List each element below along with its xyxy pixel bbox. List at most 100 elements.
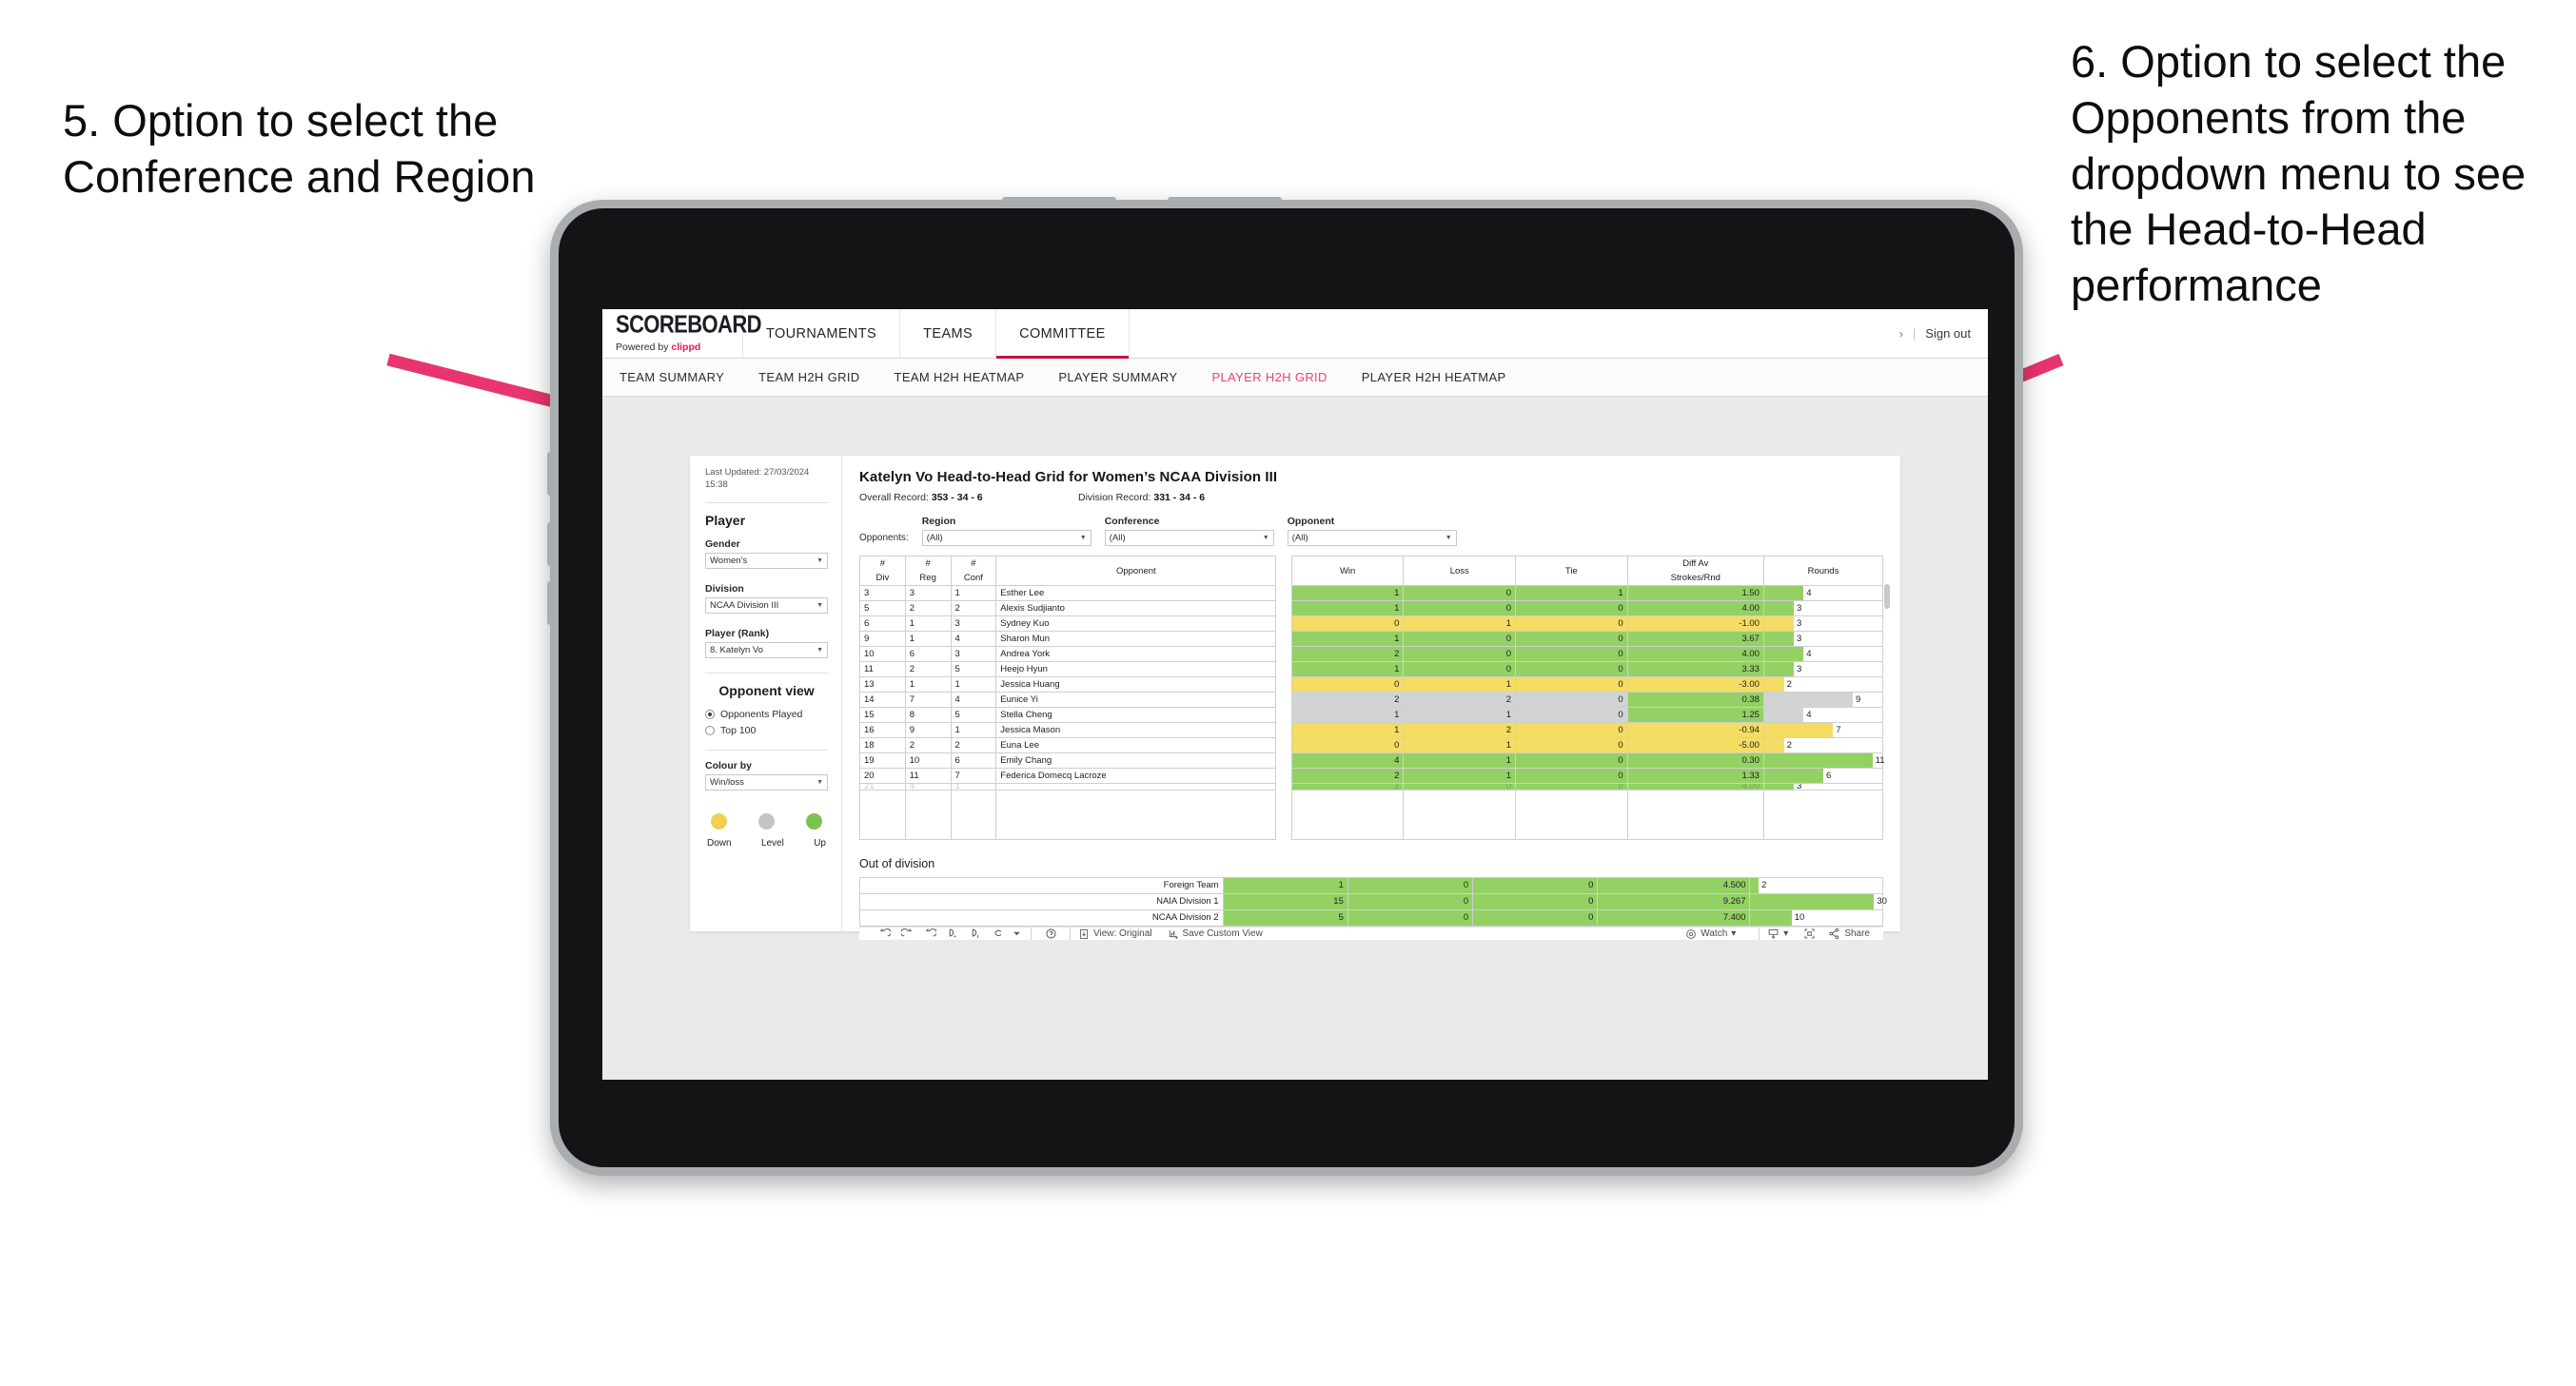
view-original-button[interactable]: View: Original bbox=[1078, 928, 1152, 940]
opponent-select[interactable]: (All) ▼ bbox=[1287, 530, 1457, 546]
volume-button-down[interactable] bbox=[547, 522, 553, 566]
conference-select[interactable]: (All) ▼ bbox=[1104, 530, 1274, 546]
table-row[interactable]: 11 2 5 Heejo Hyun 1 0 0 3.33 3 bbox=[859, 661, 1884, 677]
chevron-down-icon: ▼ bbox=[816, 646, 823, 654]
tab-team-summary[interactable]: TEAM SUMMARY bbox=[619, 370, 724, 384]
toolbar-right-group: Watch ▾ ▾ Share bbox=[1685, 927, 1883, 940]
tab-player-summary[interactable]: PLAYER SUMMARY bbox=[1058, 370, 1177, 384]
region-select[interactable]: (All) ▼ bbox=[921, 530, 1091, 546]
out-of-division-row[interactable]: NCAA Division 2 5 0 0 7.400 10 bbox=[859, 909, 1883, 927]
revert-icon[interactable] bbox=[918, 927, 941, 940]
undo-icon[interactable] bbox=[873, 927, 895, 940]
out-of-division-row[interactable]: NAIA Division 1 15 0 0 9.267 30 bbox=[859, 893, 1887, 910]
table-row[interactable]: 14 7 4 Eunice Yi 2 2 0 0.38 9 bbox=[859, 692, 1884, 708]
division-select[interactable]: NCAA Division III ▼ bbox=[705, 596, 828, 614]
cell-empty bbox=[1290, 790, 1405, 840]
legend-dot-up bbox=[806, 812, 822, 830]
tab-player-h2h-grid[interactable]: PLAYER H2H GRID bbox=[1211, 370, 1327, 384]
conference-value: (All) bbox=[1109, 533, 1126, 543]
table-row[interactable]: 3 3 1 Esther Lee 1 0 1 1.50 4 bbox=[859, 585, 1884, 601]
cell-tie: 0 bbox=[1515, 692, 1628, 708]
chevron-down-icon: ▼ bbox=[1262, 535, 1269, 541]
cell-spacer bbox=[1276, 662, 1292, 677]
chevron-right-icon[interactable]: › bbox=[1899, 327, 1903, 341]
tab-player-h2h-heatmap[interactable]: PLAYER H2H HEATMAP bbox=[1362, 370, 1506, 384]
view-original-label: View: Original bbox=[1093, 928, 1152, 939]
help-icon[interactable] bbox=[1039, 927, 1062, 940]
pause-icon[interactable] bbox=[987, 927, 1010, 940]
scoreboard-logo[interactable]: SCOREBOARD Powered by clippd bbox=[602, 309, 762, 358]
cell-loss: 1 bbox=[1403, 707, 1517, 723]
opponent-label: Opponent bbox=[1287, 516, 1335, 527]
download-button[interactable]: ▾ bbox=[1767, 927, 1788, 940]
header-divider: | bbox=[1912, 326, 1917, 341]
out-of-division-row[interactable]: Foreign Team 1 0 0 4.500 2 bbox=[859, 877, 1883, 894]
rounds-bar bbox=[1750, 894, 1875, 909]
radio-top-100[interactable]: Top 100 bbox=[705, 725, 828, 736]
cell-reg: 1 bbox=[904, 615, 952, 632]
table-row[interactable]: 20 11 7 Federica Domecq Lacroze 2 1 0 1.33 6 bbox=[859, 768, 1884, 784]
redo-icon[interactable] bbox=[895, 927, 918, 940]
table-row[interactable]: 15 8 5 Stella Cheng 1 1 0 1.25 4 bbox=[859, 707, 1884, 723]
nav-tournaments[interactable]: TOURNAMENTS bbox=[743, 309, 901, 358]
player-rank-select[interactable]: 8. Katelyn Vo ▼ bbox=[705, 641, 828, 658]
grid-vertical-scrollbar[interactable] bbox=[1884, 584, 1890, 609]
table-row[interactable]: 10 6 3 Andrea York 2 0 0 4.00 4 bbox=[859, 646, 1884, 662]
side-button[interactable] bbox=[547, 581, 553, 625]
table-row[interactable]: 9 1 4 Sharon Mun 1 0 0 3.67 3 bbox=[859, 631, 1884, 647]
table-row[interactable]: 18 2 2 Euna Lee 0 1 0 -5.00 2 bbox=[859, 737, 1884, 753]
cell-reg: 10 bbox=[904, 752, 952, 769]
table-row[interactable]: 6 1 3 Sydney Kuo 0 1 0 -1.00 3 bbox=[859, 615, 1884, 632]
cell-tie: 0 bbox=[1515, 768, 1628, 784]
cell-diff: 3.33 bbox=[1626, 661, 1764, 677]
rounds-value: 4 bbox=[1806, 649, 1812, 659]
table-row[interactable]: 13 1 1 Jessica Huang 0 1 0 -3.00 2 bbox=[859, 676, 1884, 693]
cell-reg: 1 bbox=[904, 631, 952, 647]
cell-rounds: 4 bbox=[1762, 646, 1884, 662]
rounds-value: 3 bbox=[1796, 618, 1802, 629]
toolbar-divider-2 bbox=[1070, 927, 1071, 940]
table-row[interactable]: 19 10 6 Emily Chang 4 1 0 0.30 11 bbox=[859, 752, 1885, 769]
cell-conf: 2 bbox=[950, 737, 997, 753]
save-custom-view-button[interactable]: Save Custom View bbox=[1168, 928, 1263, 940]
nav-teams[interactable]: TEAMS bbox=[900, 309, 997, 358]
conference-label: Conference bbox=[1104, 516, 1160, 527]
volume-button-up[interactable] bbox=[547, 452, 553, 496]
cell-win: 4 bbox=[1290, 752, 1405, 769]
rounds-bar bbox=[1764, 784, 1794, 790]
rounds-bar bbox=[1763, 616, 1794, 631]
sign-out-link[interactable]: Sign out bbox=[1925, 326, 1971, 341]
cell-diff: 3.67 bbox=[1626, 631, 1764, 647]
cell-empty bbox=[1515, 790, 1628, 840]
cell-spacer bbox=[1276, 738, 1292, 753]
radio-icon-selected bbox=[705, 709, 715, 719]
cell-diff: 7.400 bbox=[1597, 909, 1751, 927]
division-record-value: 331 - 34 - 6 bbox=[1153, 492, 1206, 503]
pause-auto-update-icon[interactable] bbox=[964, 927, 987, 940]
legend-dot-level bbox=[758, 812, 775, 830]
cell-conf: 3 bbox=[950, 615, 997, 632]
overall-record: Overall Record: 353 - 34 - 6 bbox=[859, 492, 1078, 503]
table-row[interactable]: 5 2 2 Alexis Sudjianto 1 0 0 4.00 3 bbox=[859, 600, 1884, 616]
power-button[interactable] bbox=[1002, 197, 1116, 203]
cell-division-name: NCAA Division 2 bbox=[859, 909, 1224, 927]
pause-caret-icon[interactable] bbox=[1010, 930, 1023, 937]
cell-opponent: Heejo Hyun bbox=[995, 661, 1277, 677]
cell-conf: 2 bbox=[950, 600, 997, 616]
table-row[interactable]: 16 9 1 Jessica Mason 1 2 0 -0.94 7 bbox=[859, 722, 1884, 738]
gender-select[interactable]: Women’s ▼ bbox=[705, 552, 828, 569]
refresh-icon[interactable] bbox=[941, 927, 964, 940]
cell-diff: -0.94 bbox=[1626, 722, 1764, 738]
tab-team-h2h-grid[interactable]: TEAM H2H GRID bbox=[758, 370, 859, 384]
table-row-clipped[interactable]: 21 4 1 1 0 0 4.00 3 bbox=[859, 783, 1884, 791]
col-spacer bbox=[1276, 556, 1292, 586]
radio-opponents-played[interactable]: Opponents Played bbox=[705, 709, 828, 720]
cell-tie: 0 bbox=[1515, 722, 1628, 738]
cell-rounds: 3 bbox=[1762, 783, 1884, 791]
colour-by-select[interactable]: Win/loss ▼ bbox=[705, 773, 828, 791]
share-button[interactable]: Share bbox=[1828, 927, 1870, 940]
watch-button[interactable]: Watch ▾ bbox=[1685, 928, 1736, 940]
fullscreen-icon[interactable] bbox=[1798, 927, 1820, 940]
tab-team-h2h-heatmap[interactable]: TEAM H2H HEATMAP bbox=[895, 370, 1025, 384]
nav-committee[interactable]: COMMITTEE bbox=[996, 309, 1130, 359]
